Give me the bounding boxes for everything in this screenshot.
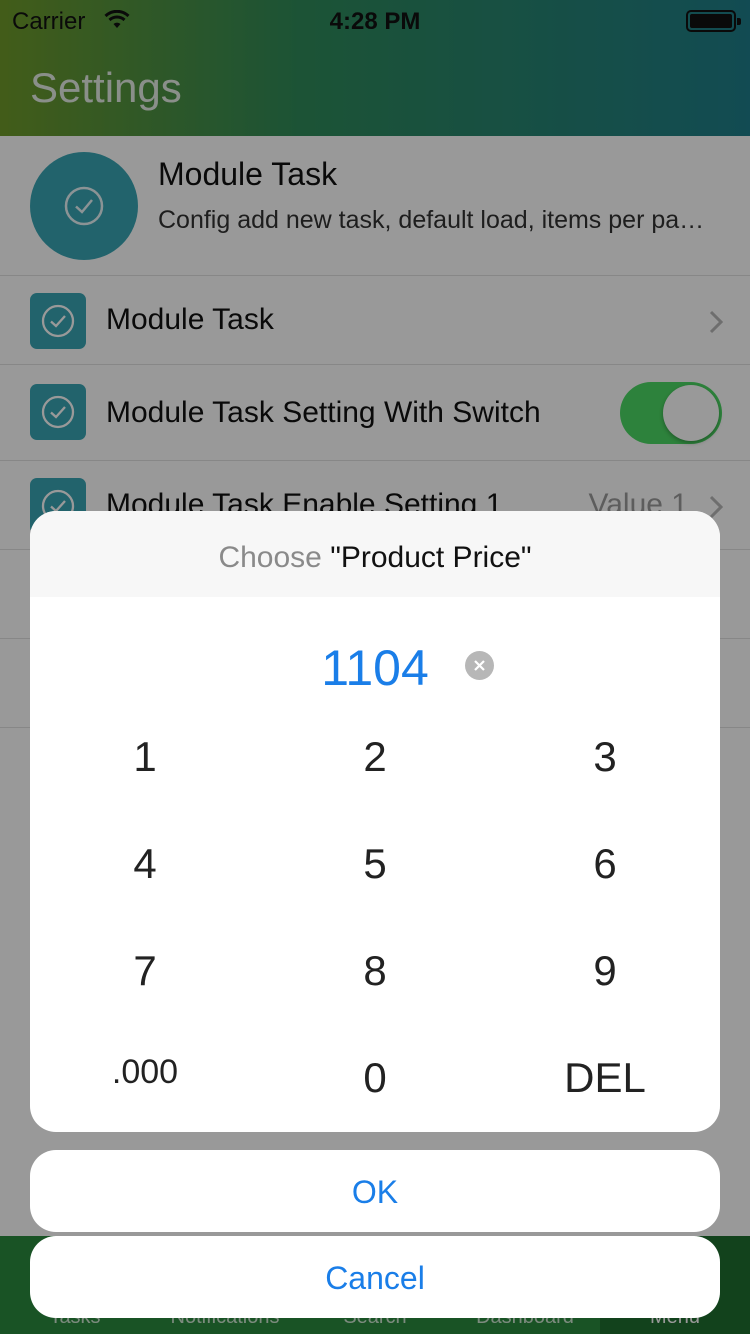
key-delete[interactable]: DEL xyxy=(490,1027,720,1132)
ok-button[interactable]: OK xyxy=(30,1150,720,1232)
key-6[interactable]: 6 xyxy=(490,813,720,920)
key-7[interactable]: 7 xyxy=(30,920,260,1027)
dialog-title-prefix: Choose xyxy=(218,541,322,574)
key-decimal-000[interactable]: .000 xyxy=(30,1027,260,1132)
clear-circle-icon xyxy=(474,660,485,671)
key-5[interactable]: 5 xyxy=(260,813,490,920)
clear-button[interactable] xyxy=(465,651,494,680)
key-3[interactable]: 3 xyxy=(490,706,720,813)
key-0[interactable]: 0 xyxy=(260,1027,490,1132)
key-1[interactable]: 1 xyxy=(30,706,260,813)
key-2[interactable]: 2 xyxy=(260,706,490,813)
dialog-title: Choose "Product Price" xyxy=(30,511,720,597)
number-picker-dialog: Choose "Product Price" 1104 1 2 3 4 5 6 … xyxy=(30,511,720,1132)
key-9[interactable]: 9 xyxy=(490,920,720,1027)
dialog-title-field: "Product Price" xyxy=(330,541,532,574)
cancel-button[interactable]: Cancel xyxy=(30,1236,720,1318)
value-display: 1104 xyxy=(321,640,429,696)
key-8[interactable]: 8 xyxy=(260,920,490,1027)
key-4[interactable]: 4 xyxy=(30,813,260,920)
